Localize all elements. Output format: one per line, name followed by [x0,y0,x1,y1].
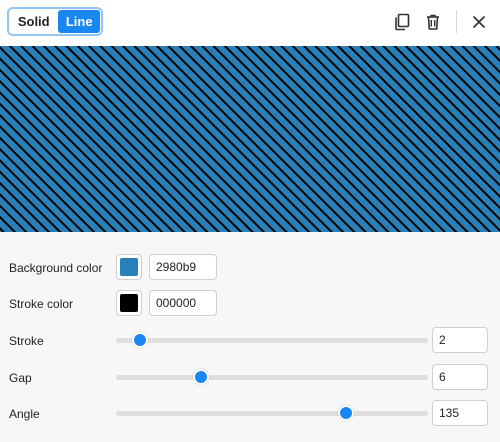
stroke-color-label: Stroke color [9,297,74,311]
delete-button[interactable] [422,11,444,33]
close-icon [473,16,485,28]
background-color-preview [120,258,138,276]
trash-icon [427,14,439,30]
gap-slider-thumb[interactable] [193,369,210,385]
background-color-swatch[interactable] [116,254,142,280]
line-mode-button[interactable]: Line [58,10,100,33]
angle-label: Angle [9,407,40,421]
gap-slider[interactable] [116,368,428,386]
close-button[interactable] [468,11,490,33]
top-toolbar: Solid Line [0,0,500,46]
gap-input[interactable]: 6 [432,364,488,390]
fill-mode-toggle: Solid Line [7,7,103,36]
stroke-input[interactable]: 2 [432,327,488,353]
gap-slider-track [116,375,428,380]
toolbar-divider [456,10,457,33]
stroke-label: Stroke [9,334,44,348]
stroke-slider-thumb[interactable] [132,332,149,348]
gap-label: Gap [9,371,32,385]
copy-icon [395,13,410,31]
stroke-color-swatch[interactable] [116,290,142,316]
settings-panel: Background color 2980b9 Stroke color 000… [0,232,500,442]
pattern-preview [0,46,500,232]
angle-input[interactable]: 135 [432,400,488,426]
background-color-input[interactable]: 2980b9 [149,254,217,280]
angle-slider[interactable] [116,404,428,422]
copy-button[interactable] [391,11,413,33]
angle-slider-thumb[interactable] [337,405,354,421]
stroke-slider[interactable] [116,331,428,349]
stroke-slider-track [116,338,428,343]
stroke-color-input[interactable]: 000000 [149,290,217,316]
stroke-color-preview [120,294,138,312]
background-color-label: Background color [9,261,103,275]
angle-slider-track [116,411,428,416]
solid-mode-button[interactable]: Solid [9,9,59,34]
